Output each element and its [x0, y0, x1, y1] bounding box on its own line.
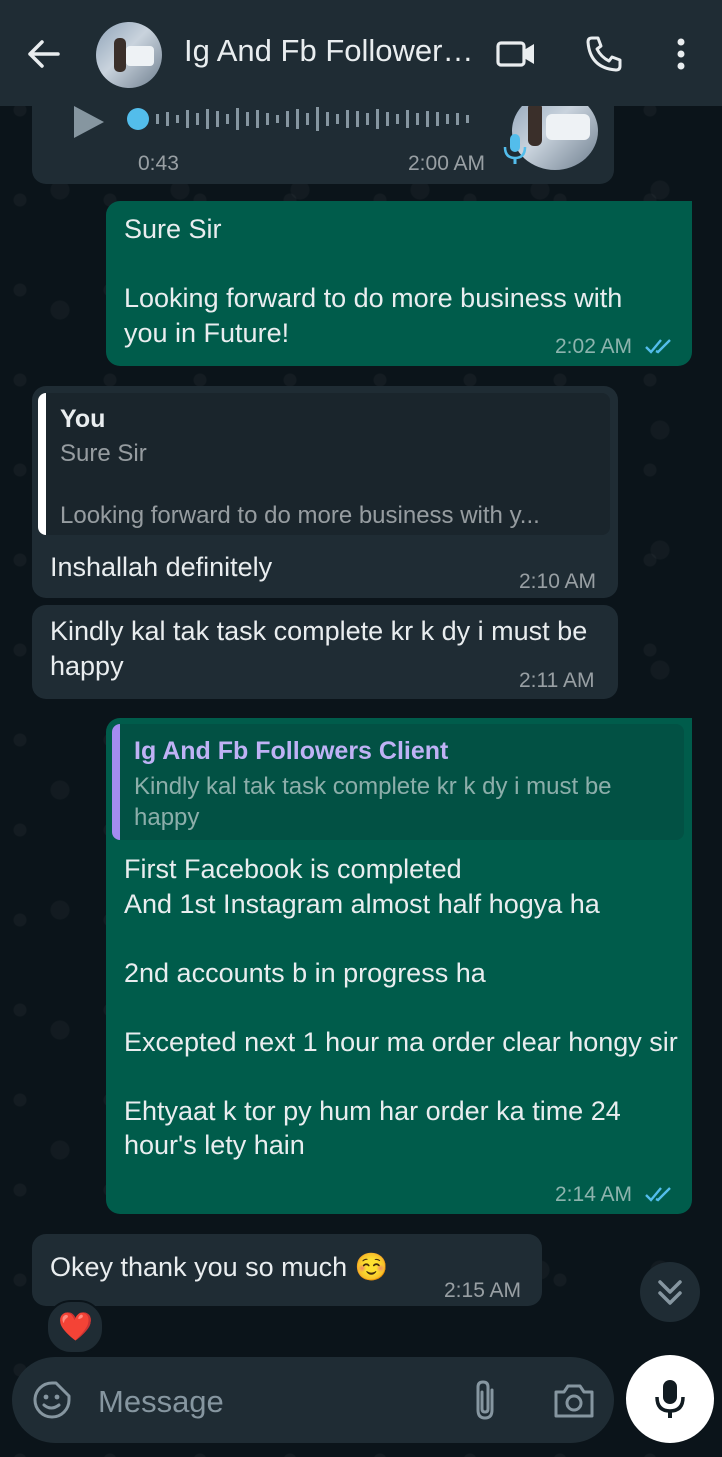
- waveform-bar: [276, 115, 279, 123]
- message-input[interactable]: [96, 1378, 440, 1426]
- microphone-icon: [503, 134, 527, 164]
- waveform-bar: [246, 112, 249, 126]
- heart-reaction[interactable]: ❤️: [46, 1300, 104, 1354]
- waveform-bar: [256, 110, 259, 128]
- message-time: 2:14 AM: [555, 1183, 633, 1206]
- message-text: First Facebook is completed And 1st Inst…: [124, 854, 678, 1160]
- waveform-bar: [416, 113, 419, 125]
- waveform-bar: [436, 112, 439, 126]
- microphone-icon: [655, 1380, 685, 1418]
- waveform-bar: [326, 112, 329, 126]
- voice-record-button[interactable]: [626, 1355, 714, 1443]
- video-camera-icon[interactable]: [496, 34, 536, 74]
- sticker-emoji-icon[interactable]: [32, 1380, 72, 1420]
- voice-waveform[interactable]: [126, 104, 486, 134]
- paperclip-icon[interactable]: [466, 1378, 506, 1422]
- waveform-bar: [176, 115, 179, 123]
- waveform-bar: [186, 110, 189, 128]
- voice-duration: 0:43: [138, 152, 179, 175]
- quoted-author: Ig And Fb Followers Client: [134, 737, 449, 765]
- message-list[interactable]: 0:43 2:00 AM Sure Sir Looking forward to…: [0, 0, 722, 1457]
- play-icon[interactable]: [70, 104, 106, 140]
- message-time: 2:00 AM: [408, 152, 486, 175]
- waveform-bar: [456, 113, 459, 125]
- message-time: 2:02 AM: [555, 335, 633, 358]
- read-receipt-icon: [645, 1187, 671, 1202]
- waveform-bar: [266, 113, 269, 125]
- waveform-bar: [226, 114, 229, 124]
- arrow-left-icon[interactable]: [24, 34, 64, 74]
- quoted-text: Kindly kal tak task complete kr k dy i m…: [134, 773, 619, 831]
- waveform-bar: [446, 114, 449, 124]
- waveform-bar: [316, 107, 319, 131]
- waveform-bar: [466, 115, 469, 123]
- waveform-bar: [426, 111, 429, 127]
- waveform-bar: [216, 111, 219, 127]
- waveform-bar: [386, 112, 389, 126]
- chat-header: Ig And Fb Followers Client: [0, 0, 722, 106]
- waveform-bar: [336, 114, 339, 124]
- contact-avatar[interactable]: [96, 22, 162, 88]
- message-text: Okey thank you so much ☺️: [50, 1252, 389, 1282]
- message-text: Sure Sir Looking forward to do more busi…: [124, 214, 623, 348]
- camera-icon[interactable]: [552, 1380, 596, 1420]
- waveform-bar: [296, 109, 299, 129]
- waveform-bar: [346, 110, 349, 128]
- message-time: 2:15 AM: [444, 1279, 522, 1302]
- waveform-bar: [396, 114, 399, 124]
- waveform-bar: [156, 114, 159, 124]
- waveform-bar: [286, 111, 289, 127]
- phone-icon[interactable]: [584, 34, 624, 74]
- message-time: 2:10 AM: [519, 570, 597, 593]
- more-vertical-icon[interactable]: [661, 34, 701, 74]
- message-time: 2:11 AM: [519, 669, 595, 692]
- waveform-bar: [196, 113, 199, 125]
- read-receipt-icon: [645, 339, 671, 354]
- contact-name[interactable]: Ig And Fb Followers Client: [184, 33, 474, 69]
- waveform-bar: [366, 113, 369, 125]
- waveform-bar: [236, 108, 239, 130]
- heart-icon: ❤️: [58, 1311, 93, 1342]
- waveform-bar: [406, 110, 409, 128]
- message-text: Inshallah definitely: [50, 552, 273, 582]
- waveform-bar: [356, 111, 359, 127]
- quoted-author: You: [60, 405, 106, 433]
- waveform-bar: [306, 113, 309, 125]
- chevron-double-down-icon: [658, 1280, 682, 1305]
- quoted-text: Sure Sir Looking forward to do more busi…: [60, 440, 540, 529]
- scroll-to-bottom-button[interactable]: [640, 1262, 700, 1322]
- waveform-bar: [206, 109, 209, 129]
- waveform-bar: [376, 109, 379, 129]
- waveform-bar: [166, 112, 169, 126]
